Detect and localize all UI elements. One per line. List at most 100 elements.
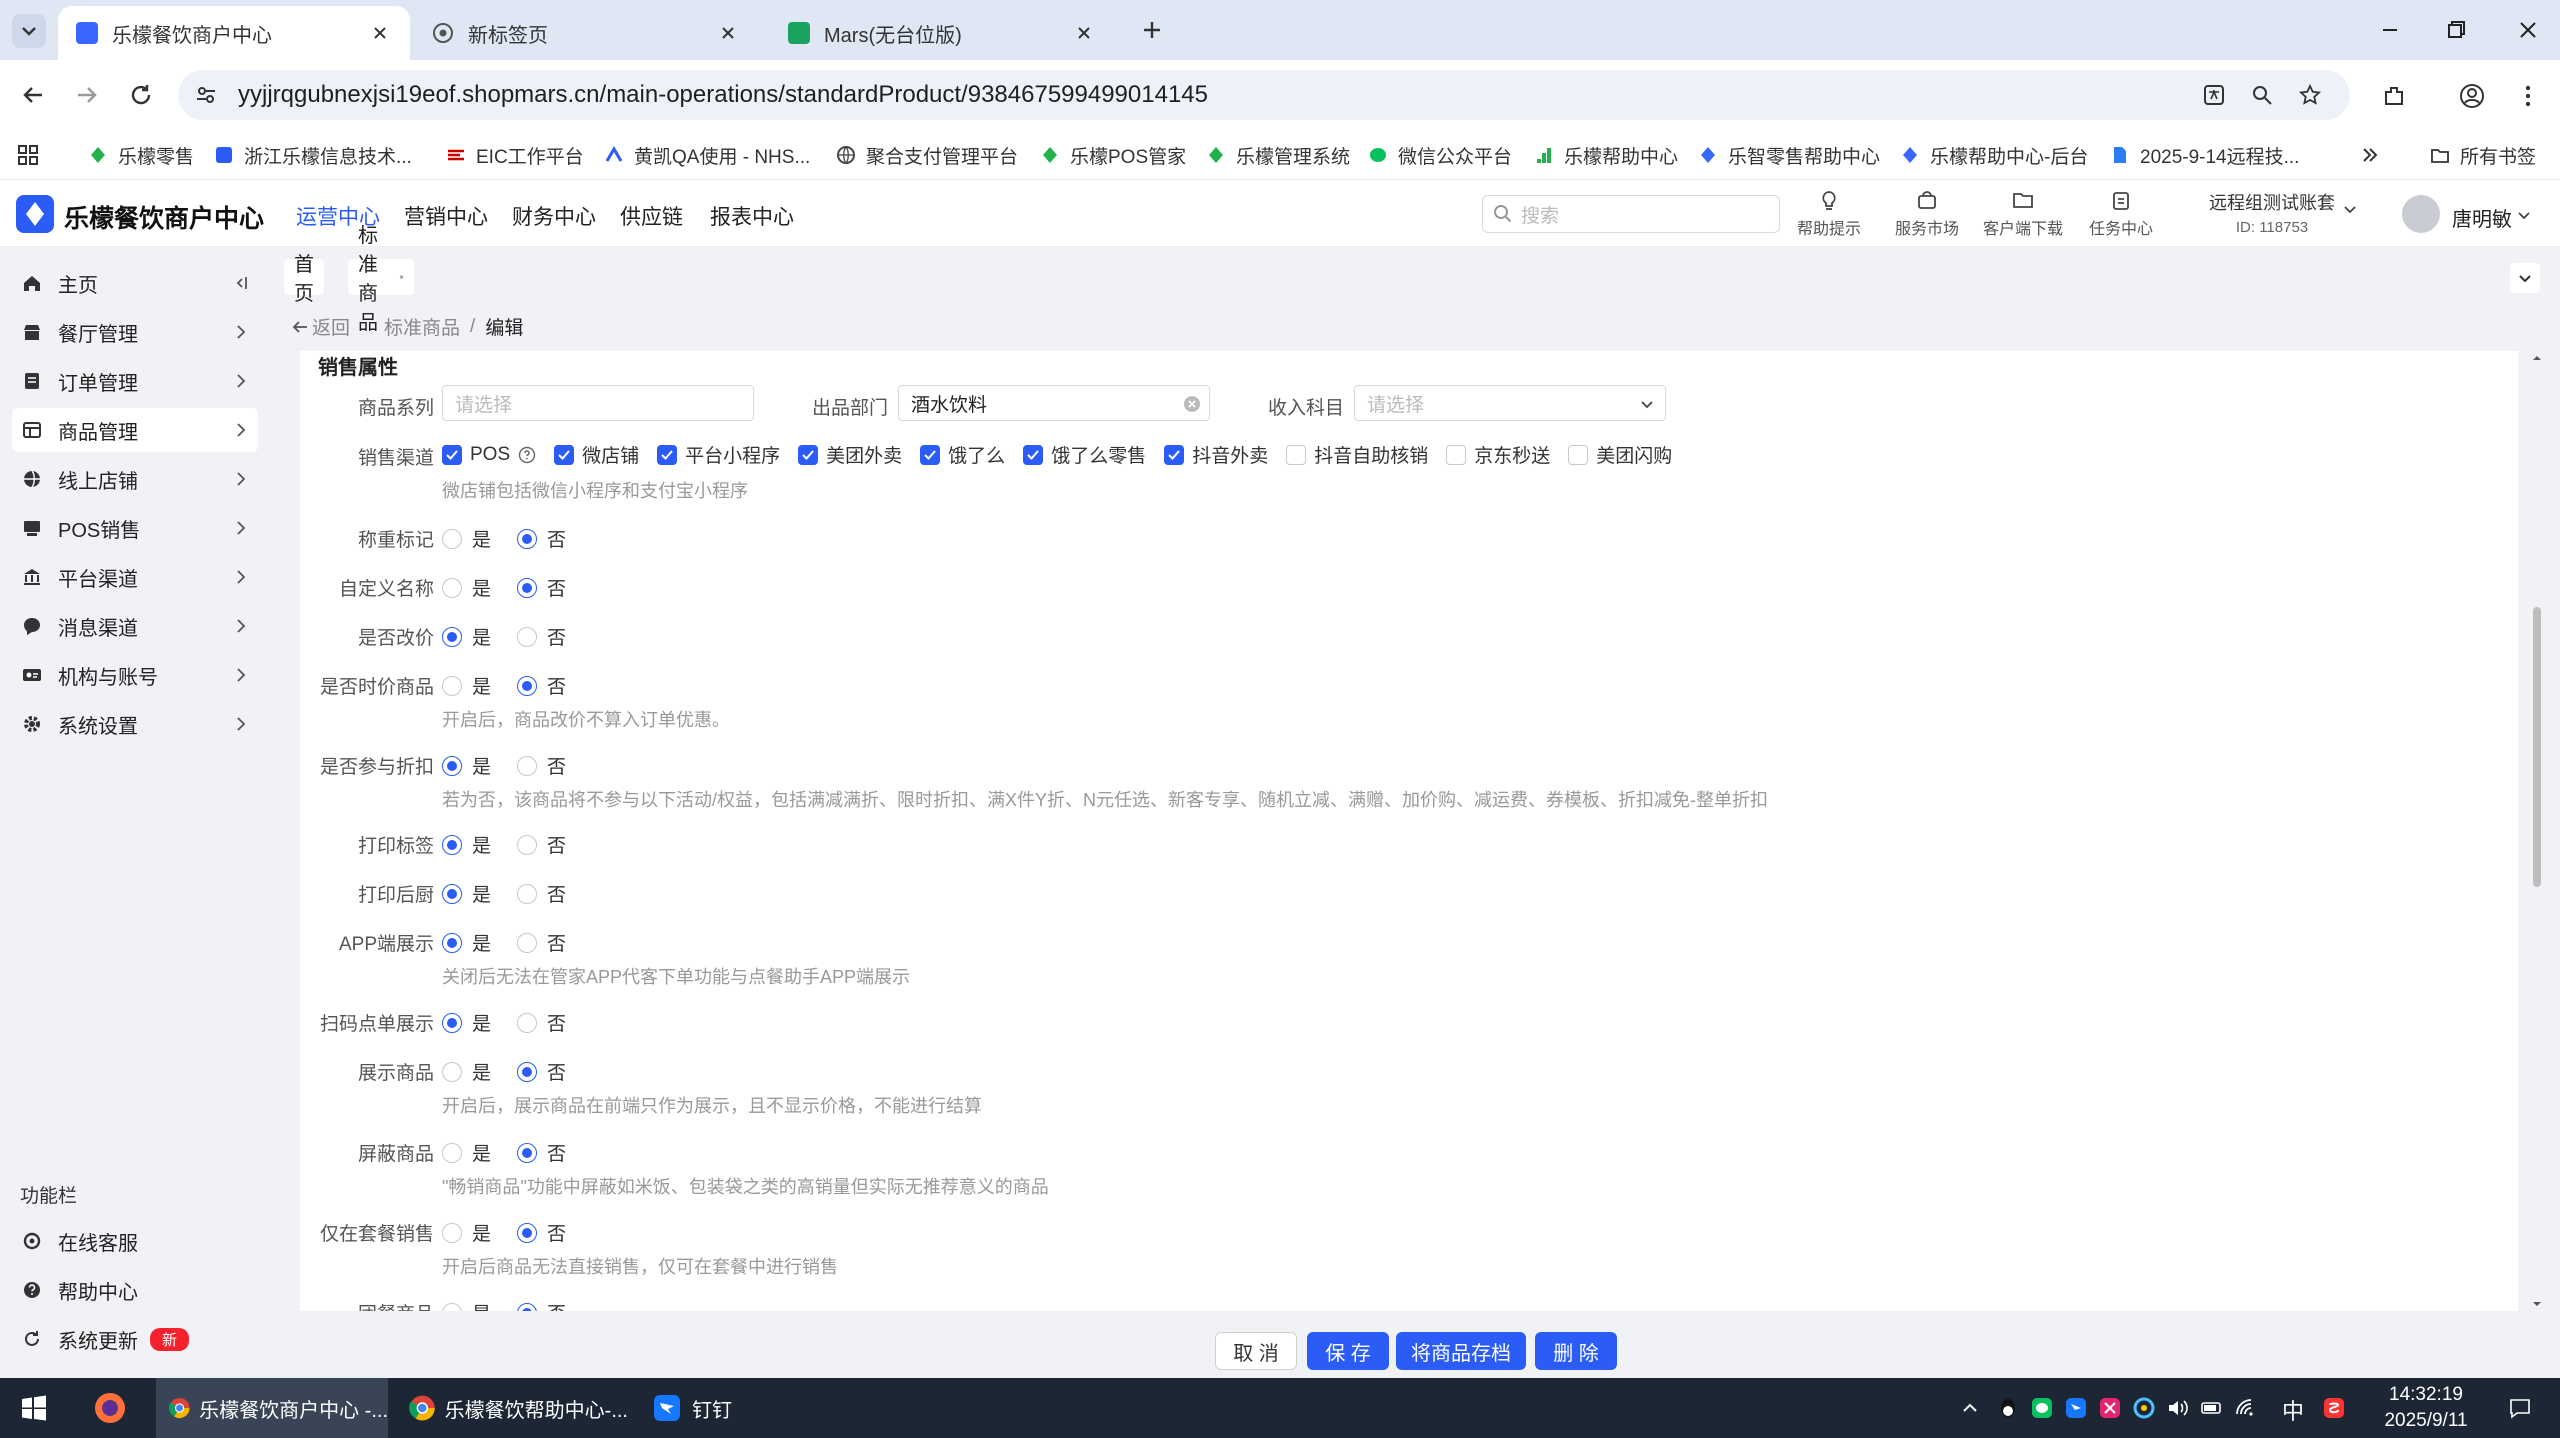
wifi-icon[interactable] [2234, 1396, 2258, 1420]
channel-pos-checkbox[interactable]: POS [442, 444, 536, 466]
radio-option-yes[interactable]: 是 [442, 929, 491, 956]
close-icon[interactable] [399, 270, 404, 284]
ime-indicator[interactable]: 中 [2282, 1394, 2304, 1426]
radio-option-yes[interactable]: 是 [442, 1139, 491, 1166]
bookmark-item[interactable]: 乐檬管理系统 [1206, 138, 1350, 172]
radio-option-no[interactable]: 否 [517, 752, 566, 779]
apps-grid-icon[interactable] [16, 143, 40, 167]
close-icon[interactable] [1072, 21, 1096, 45]
url-input[interactable]: yyjjrqgubnexjsi19eof.shopmars.cn/main-op… [178, 70, 2350, 120]
task-center-button[interactable]: 任务中心 [2076, 189, 2166, 239]
back-link[interactable]: 返回 [312, 313, 350, 340]
nav-finance[interactable]: 财务中心 [512, 201, 596, 231]
bookmark-item[interactable]: EIC工作平台 [446, 138, 584, 172]
battery-icon[interactable] [2200, 1396, 2224, 1420]
question-circle-icon[interactable] [518, 446, 536, 464]
sidebar-item-message-channels[interactable]: 消息渠道 [12, 604, 258, 648]
radio-option-no[interactable]: 否 [517, 525, 566, 552]
radio-option-no[interactable]: 否 [517, 1058, 566, 1085]
taskbar-app-chrome-1[interactable]: 乐檬餐饮商户中心 -... [156, 1378, 388, 1438]
sidebar-item-home[interactable]: 主页 [12, 261, 258, 305]
sidebar-help-center[interactable]: 帮助中心 [12, 1268, 258, 1312]
radio-option-no[interactable]: 否 [517, 574, 566, 601]
bookmark-item[interactable]: 聚合支付管理平台 [836, 138, 1018, 172]
sidebar-item-products[interactable]: 商品管理 [12, 408, 258, 452]
bookmark-item[interactable]: 浙江乐檬信息技术... [214, 138, 412, 172]
scrollbar[interactable] [2530, 351, 2544, 1311]
bookmark-item[interactable]: 乐檬帮助中心-后台 [1900, 138, 2088, 172]
volume-icon[interactable] [2166, 1396, 2190, 1420]
delete-button[interactable]: 删 除 [1535, 1332, 1617, 1370]
radio-option-no[interactable]: 否 [517, 929, 566, 956]
radio-option-yes[interactable]: 是 [442, 880, 491, 907]
radio-option-no[interactable]: 否 [517, 1219, 566, 1246]
radio-option-no[interactable]: 否 [517, 1139, 566, 1166]
feishu-tray-icon[interactable] [2064, 1396, 2088, 1420]
radio-option-yes[interactable]: 是 [442, 623, 491, 650]
taskbar-app-dingtalk[interactable]: 钉钉 [640, 1378, 750, 1438]
bookmark-item[interactable]: 乐智零售帮助中心 [1698, 138, 1880, 172]
channel-eleme-checkbox[interactable]: 饿了么 [920, 441, 1005, 468]
browser-tab[interactable]: 新标签页 [414, 6, 758, 60]
windows-start-icon[interactable] [20, 1394, 48, 1422]
dept-select[interactable]: 酒水饮料 [898, 385, 1210, 421]
bookmark-item[interactable]: 乐檬零售 [88, 138, 194, 172]
sidebar-item-online-store[interactable]: 线上店铺 [12, 457, 258, 501]
channel-weidianpu-checkbox[interactable]: 微店铺 [554, 441, 639, 468]
income-select[interactable]: 请选择 [1354, 385, 1666, 421]
wechat-tray-icon[interactable] [2030, 1396, 2054, 1420]
sogou-ime-icon[interactable] [2322, 1396, 2346, 1420]
all-bookmarks-folder[interactable]: 所有书签 [2430, 138, 2536, 172]
cancel-button[interactable]: 取 消 [1215, 1332, 1297, 1370]
qq-tray-icon[interactable] [1996, 1396, 2020, 1420]
channel-douyin-selfcheck-checkbox[interactable]: 抖音自助核销 [1286, 441, 1428, 468]
taskbar-app-chrome-2[interactable]: 乐檬餐饮帮助中心-... [396, 1378, 628, 1438]
avatar[interactable] [2402, 195, 2440, 233]
archive-product-button[interactable]: 将商品存档 [1396, 1332, 1526, 1370]
zoom-icon[interactable] [2250, 83, 2274, 107]
radio-option-no[interactable]: 否 [517, 1009, 566, 1036]
sidebar-online-service[interactable]: 在线客服 [12, 1219, 258, 1263]
chevron-down-icon[interactable] [2516, 207, 2532, 223]
collapse-sidebar-icon[interactable] [232, 274, 250, 292]
radio-option-yes[interactable]: 是 [442, 672, 491, 699]
radio-option-yes[interactable]: 是 [442, 1058, 491, 1085]
channel-meituan-checkbox[interactable]: 美团外卖 [798, 441, 902, 468]
series-select[interactable]: 请选择 [442, 385, 754, 421]
radio-option-yes[interactable]: 是 [442, 831, 491, 858]
reload-icon[interactable] [126, 80, 156, 110]
bookmark-item[interactable]: 黄凯QA使用 - NHS... [604, 138, 810, 172]
tray-expand-icon[interactable] [1958, 1396, 1982, 1420]
radio-option-yes[interactable]: 是 [442, 525, 491, 552]
more-bookmarks-icon[interactable] [2358, 143, 2382, 167]
search-box[interactable]: 搜索 [1482, 195, 1780, 233]
radio-option-yes[interactable]: 是 [442, 1299, 491, 1311]
browser-tab[interactable]: Mars(无台位版) [770, 6, 1114, 60]
sidebar-system-update[interactable]: 系统更新 新 [12, 1317, 258, 1361]
sidebar-item-pos-sales[interactable]: POS销售 [12, 506, 258, 550]
star-icon[interactable] [2298, 83, 2322, 107]
radio-option-no[interactable]: 否 [517, 831, 566, 858]
sidebar-item-system-settings[interactable]: 系统设置 [12, 702, 258, 746]
save-button[interactable]: 保 存 [1307, 1332, 1389, 1370]
profile-icon[interactable] [2458, 82, 2486, 110]
site-settings-icon[interactable] [194, 83, 218, 107]
close-icon[interactable] [716, 21, 740, 45]
clock[interactable]: 14:32:19 2025/9/11 [2372, 1384, 2480, 1432]
client-download-button[interactable]: 客户端下载 [1978, 189, 2068, 239]
channel-meituan-flash-checkbox[interactable]: 美团闪购 [1568, 441, 1672, 468]
app-tray-icon[interactable] [2098, 1396, 2122, 1420]
channel-eleme-retail-checkbox[interactable]: 饿了么零售 [1023, 441, 1146, 468]
close-icon[interactable] [368, 21, 392, 45]
nav-marketing[interactable]: 营销中心 [404, 201, 488, 231]
minimize-icon[interactable] [2376, 16, 2404, 44]
radio-option-yes[interactable]: 是 [442, 752, 491, 779]
radio-option-no[interactable]: 否 [517, 672, 566, 699]
notification-icon[interactable] [2508, 1396, 2532, 1420]
sidebar-item-platform-channels[interactable]: 平台渠道 [12, 555, 258, 599]
tab-standard-product[interactable]: 标准商品 [348, 225, 414, 334]
channel-jd-checkbox[interactable]: 京东秒送 [1446, 441, 1550, 468]
account-switcher[interactable]: 远程组测试账套 ID: 118753 [2192, 189, 2356, 236]
radio-option-yes[interactable]: 是 [442, 1009, 491, 1036]
channel-miniprogram-checkbox[interactable]: 平台小程序 [657, 441, 780, 468]
